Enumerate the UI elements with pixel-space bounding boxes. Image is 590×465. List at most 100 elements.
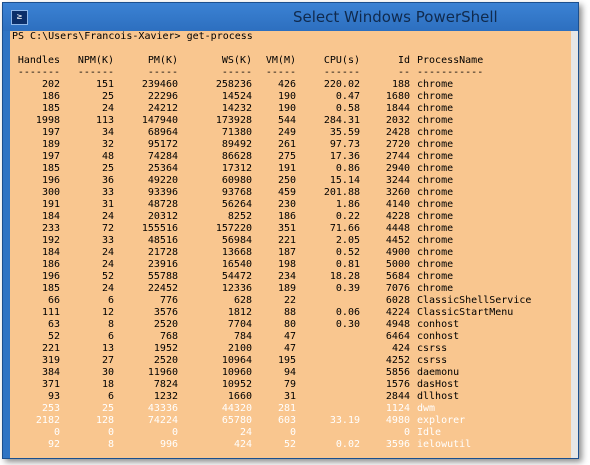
process-cell: 191 <box>277 163 296 174</box>
process-cell: 426 <box>277 79 296 90</box>
process-cell: 4252 <box>385 355 410 366</box>
process-cell: 319 <box>41 355 60 366</box>
process-cell <box>310 391 360 403</box>
process-cell: 63 <box>47 319 60 330</box>
process-cell: 48728 <box>147 199 178 210</box>
column-header: CPU(s) <box>323 55 360 66</box>
process-cell: 35.59 <box>329 127 360 138</box>
process-cell: 47 <box>283 331 296 342</box>
process-cell: chrome <box>417 91 454 102</box>
process-cell: 33.19 <box>329 415 360 426</box>
process-cell: chrome <box>417 199 454 210</box>
column-separator: ------ <box>323 67 360 78</box>
process-cell: 93768 <box>221 187 252 198</box>
process-cell: 201.88 <box>323 187 360 198</box>
column-separator: ------- <box>17 67 60 78</box>
process-cell: 4948 <box>385 319 410 330</box>
process-cell: csrss <box>417 343 448 354</box>
process-cell: 189 <box>41 139 60 150</box>
process-cell <box>310 427 360 439</box>
process-cell: 155516 <box>141 223 178 234</box>
process-cell: 8 <box>107 319 114 330</box>
process-cell: 2720 <box>385 139 410 150</box>
vertical-scrollbar[interactable] <box>571 31 578 458</box>
column-header: NPM(K) <box>77 55 114 66</box>
process-cell: 93 <box>47 391 60 402</box>
process-cell: 71380 <box>221 127 252 138</box>
powershell-icon[interactable]: ≥ <box>11 10 28 25</box>
process-cell: 31 <box>101 199 114 210</box>
process-cell: 24 <box>101 283 114 294</box>
process-cell: 52 <box>101 271 114 282</box>
process-cell: 281 <box>277 403 296 414</box>
column-separator: ----- <box>221 67 252 78</box>
process-cell: 5684 <box>385 271 410 282</box>
title-bar[interactable]: ≥ Select Windows PowerShell <box>3 3 578 31</box>
process-cell: 0.47 <box>335 91 360 102</box>
column-separator: ----- <box>265 67 296 78</box>
process-cell: 18 <box>101 379 114 390</box>
process-cell: 195 <box>277 355 296 366</box>
process-cell: 52 <box>47 331 60 342</box>
process-cell: 44320 <box>221 403 252 414</box>
process-cell: 300 <box>41 187 60 198</box>
process-cell: 71.66 <box>329 223 360 234</box>
process-cell: 4224 <box>385 307 410 318</box>
process-cell: 1680 <box>385 91 410 102</box>
process-cell: 60980 <box>221 175 252 186</box>
process-cell: 17.36 <box>329 151 360 162</box>
process-cell: 33 <box>101 187 114 198</box>
process-cell: 25 <box>101 163 114 174</box>
process-cell: 186 <box>41 259 60 270</box>
process-cell: 5000 <box>385 259 410 270</box>
process-cell: 24 <box>101 103 114 114</box>
process-cell: 544 <box>277 115 296 126</box>
process-cell: 88 <box>283 307 296 318</box>
process-cell: 1576 <box>385 379 410 390</box>
process-cell: 12336 <box>221 283 252 294</box>
process-cell: 2.05 <box>335 235 360 246</box>
process-cell: 197 <box>41 127 60 138</box>
console-output[interactable]: PS C:\Users\Francois-Xavier> get-process… <box>10 31 571 458</box>
process-cell: 34 <box>101 127 114 138</box>
powershell-window: ≥ Select Windows PowerShell PS C:\Users\… <box>2 2 579 459</box>
process-cell: 424 <box>391 343 410 354</box>
process-cell: 424 <box>233 439 252 450</box>
process-cell: chrome <box>417 211 454 222</box>
process-cell: 6 <box>107 295 114 306</box>
process-cell: dasHost <box>417 379 460 390</box>
process-cell: 6 <box>107 331 114 342</box>
process-cell: 128 <box>95 415 114 426</box>
process-cell: 5856 <box>385 367 410 378</box>
process-cell: 27 <box>101 355 114 366</box>
process-cell: 371 <box>41 379 60 390</box>
process-cell: 8252 <box>227 211 252 222</box>
process-cell: conhost <box>417 319 460 330</box>
process-cell <box>310 403 360 415</box>
process-cell: 185 <box>41 163 60 174</box>
process-cell: 275 <box>277 151 296 162</box>
process-cell: 0 <box>289 427 296 438</box>
process-cell: chrome <box>417 151 454 162</box>
process-cell: 187 <box>277 247 296 258</box>
process-cell: 197 <box>41 151 60 162</box>
process-cell: chrome <box>417 259 454 270</box>
process-cell: 184 <box>41 247 60 258</box>
process-cell: 11960 <box>147 367 178 378</box>
process-cell: 43336 <box>147 403 178 414</box>
process-cell: 15.14 <box>329 175 360 186</box>
process-cell: 7704 <box>227 319 252 330</box>
column-header: Id <box>397 55 410 66</box>
process-cell: 603 <box>277 415 296 426</box>
process-cell: csrss <box>417 355 448 366</box>
process-cell: 10960 <box>221 367 252 378</box>
process-cell: 2520 <box>153 355 178 366</box>
process-cell: 21728 <box>147 247 178 258</box>
process-cell: 0 <box>107 427 114 438</box>
column-separator: -- <box>397 67 410 78</box>
process-cell: 202 <box>41 79 60 90</box>
process-cell: 4448 <box>385 223 410 234</box>
process-cell: 0.06 <box>335 307 360 318</box>
process-cell: 14524 <box>221 91 252 102</box>
process-cell: 92 <box>47 439 60 450</box>
